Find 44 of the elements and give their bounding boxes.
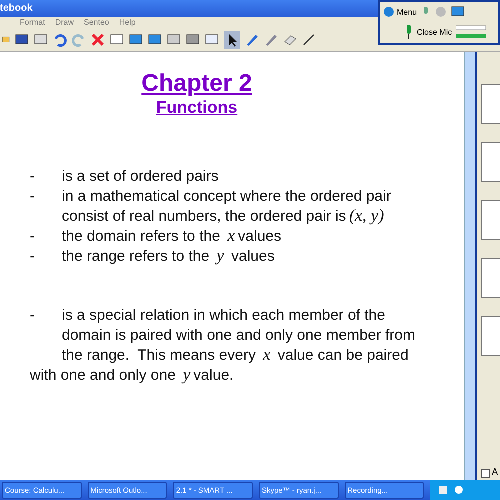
slide-text: values: [238, 228, 282, 244]
slide-text: value.: [194, 366, 234, 384]
window-title: tebook: [0, 3, 33, 16]
slide-text: value can be paired: [276, 346, 409, 364]
dash: -: [30, 228, 35, 244]
slide-text: the range refers to the: [62, 248, 211, 264]
dash: -: [30, 306, 35, 324]
slide-text: domain is paired with one and only one member from: [62, 326, 416, 344]
math-variable: (x, y): [349, 206, 384, 226]
slide-text: in a mathematical concept where the ordered pair: [62, 188, 392, 204]
tray-icon[interactable]: [438, 484, 448, 496]
math-variable: y: [183, 365, 191, 385]
slide-subtitle: Functions: [155, 98, 239, 118]
undo-icon[interactable]: [53, 32, 67, 46]
line-icon[interactable]: [302, 32, 316, 46]
math-variable: x: [263, 345, 271, 365]
pointer-icon[interactable]: [224, 30, 240, 48]
menu-button[interactable]: Menu: [384, 7, 418, 17]
close-mic-button[interactable]: Close Mic: [404, 24, 452, 40]
dash: -: [30, 188, 35, 204]
math-variable: x: [228, 226, 236, 246]
slide-text: the domain refers to the: [62, 228, 222, 244]
menu-item[interactable]: Senteo: [84, 18, 110, 27]
slide-text: is a special relation in which each member of the: [62, 306, 386, 324]
checkbox-label: A: [492, 468, 498, 478]
scrollbar[interactable]: [464, 52, 477, 480]
menu-item[interactable]: Help: [119, 18, 136, 27]
pen-icon[interactable]: [245, 32, 259, 46]
slide-text: the range. This means every: [62, 346, 257, 364]
slide-title: Chapter 2: [140, 70, 254, 98]
level-meter-icon: [456, 24, 486, 40]
dash: -: [30, 248, 35, 264]
slide-text: consist of real numbers, the ordered pair is: [62, 208, 346, 224]
math-variable: y: [216, 246, 224, 266]
tray-icon[interactable]: [454, 484, 464, 496]
checkbox[interactable]: [481, 468, 490, 478]
delete-icon[interactable]: [91, 32, 105, 46]
highlighter-icon[interactable]: [264, 32, 278, 46]
menu-item[interactable]: Format: [20, 18, 46, 27]
slide-text: with one and only one: [30, 366, 177, 384]
slide-text: is a set of ordered pairs: [62, 168, 219, 184]
dash: -: [30, 168, 35, 184]
menu-item[interactable]: Draw: [55, 18, 74, 27]
slide-text: values: [230, 248, 275, 264]
